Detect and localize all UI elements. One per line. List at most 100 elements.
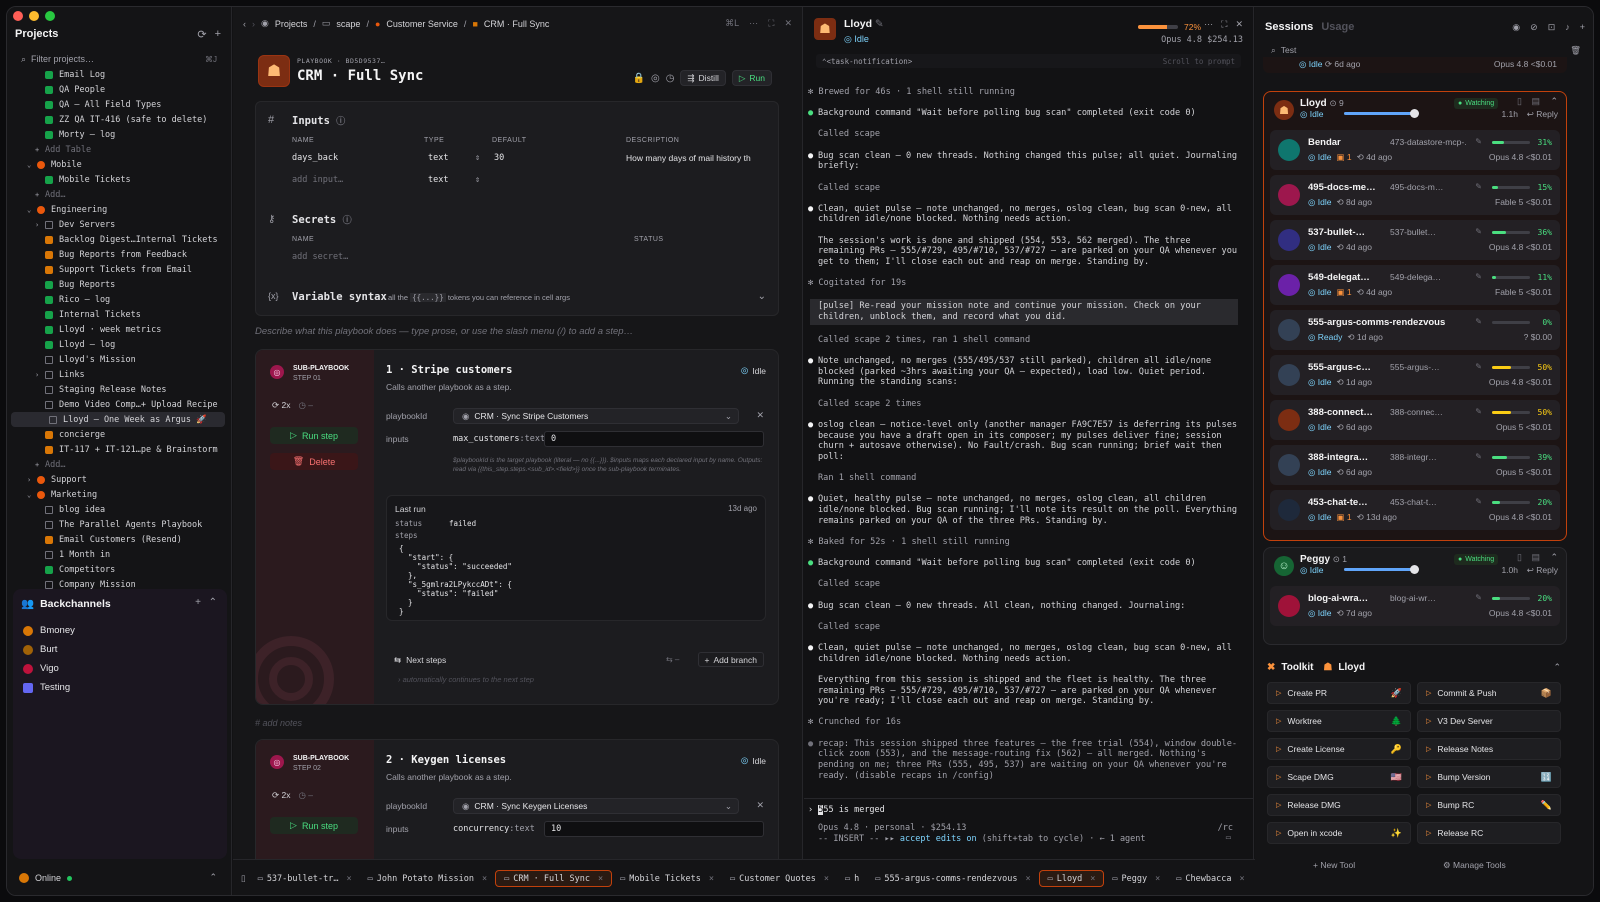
session-row[interactable]: 388-connect… 388-connec… ✎ 50% ◎ Idle ⟲ 6d ag…	[1270, 400, 1560, 440]
project-tree-item[interactable]: QA People	[7, 82, 232, 97]
edit-icon[interactable]: ✎	[1475, 227, 1482, 236]
expand-icon[interactable]: ⛶	[1221, 19, 1227, 30]
pulse-slider[interactable]	[1344, 565, 1420, 574]
chevron-up-icon[interactable]: ⌃	[1550, 552, 1558, 563]
add-notes-field[interactable]: # add notes	[255, 718, 302, 728]
project-tree-item[interactable]: Email Log	[7, 67, 232, 82]
doc-icon[interactable]: ▤	[1531, 552, 1540, 563]
zoom-window-button[interactable]	[45, 11, 55, 21]
run-step-button[interactable]: ▷ Run step	[270, 427, 358, 444]
backchannel-item[interactable]: Testing	[23, 682, 70, 693]
session-row-partial[interactable]: ◎ Idle ⟳ 6d ago Opus 4.8 <$0.01	[1263, 57, 1567, 73]
close-icon[interactable]: ✕	[1235, 19, 1243, 30]
breadcrumb-customer-service[interactable]: Customer Service	[386, 19, 458, 29]
close-tab-icon[interactable]: ×	[824, 874, 829, 884]
add-session-icon[interactable]: +	[1580, 22, 1585, 33]
project-tree-item[interactable]: The Parallel Agents Playbook	[7, 517, 232, 532]
clear-icon[interactable]: ✕	[756, 410, 764, 421]
clear-icon[interactable]: ✕	[756, 800, 764, 811]
task-notification-bar[interactable]: ⌃ <task-notification> Scroll to prompt	[816, 54, 1241, 68]
add-branch-button[interactable]: + Add branch	[697, 652, 764, 667]
history-icon[interactable]: ◷	[666, 73, 675, 84]
copy-icon[interactable]: ▯	[1517, 96, 1522, 107]
session-search-input[interactable]: ⌕ Test 🗑	[1265, 43, 1585, 57]
globe-icon[interactable]: ◉	[1512, 22, 1520, 33]
distill-button[interactable]: ⇶ Distill	[680, 70, 726, 86]
owner-name[interactable]: Peggy ⊙ 1	[1300, 554, 1347, 565]
thumb-icon[interactable]: ⊡	[1548, 22, 1556, 33]
retry-control[interactable]: ⟳ 2x ◷ –	[272, 400, 313, 411]
project-tree-item[interactable]: Mobile Tickets	[7, 172, 232, 187]
tab-item[interactable]: ▭ Customer Quotes ×	[722, 870, 837, 887]
chevron-up-icon[interactable]: ⌃	[1550, 96, 1558, 107]
tool-button[interactable]: ▷ Release Notes	[1417, 738, 1561, 760]
project-tree-item[interactable]: Lloyd's Mission	[7, 352, 232, 367]
breadcrumb-projects[interactable]: Projects	[275, 19, 308, 29]
retry-control[interactable]: ⟳ 2x ◷ –	[272, 790, 313, 801]
edit-icon[interactable]: ✎	[1475, 452, 1482, 461]
input-description-cell[interactable]: How many days of mail history th	[626, 153, 756, 163]
session-row[interactable]: 555-argus-comms-rendezvous ✎ 0% ◎ Ready ⟲ 1d…	[1270, 310, 1560, 350]
project-tree-item[interactable]: concierge	[7, 427, 232, 442]
tool-button[interactable]: ▷ Open in xcode ✨	[1267, 822, 1411, 844]
session-row[interactable]: 555-argus-c… 555-argus-… ✎ 50% ◎ Idle ⟲ 1d ag…	[1270, 355, 1560, 395]
close-tab-icon[interactable]: ×	[709, 874, 714, 884]
session-row[interactable]: 495-docs-me… 495-docs-m… ✎ 15% ◎ Idle ⟲ 8d ag…	[1270, 175, 1560, 215]
rc-command[interactable]: /rc	[1218, 823, 1233, 833]
tab-item[interactable]: ▭ Peggy ×	[1104, 870, 1168, 887]
backchannel-item[interactable]: Burt	[23, 644, 57, 655]
tab-item[interactable]: ▭ Chewbacca ×	[1168, 870, 1252, 887]
forward-icon[interactable]: ›	[252, 19, 255, 29]
doc-icon[interactable]: ▤	[1531, 96, 1540, 107]
online-status[interactable]: Online	[19, 873, 73, 883]
tab-item[interactable]: ▭ CRM · Full Sync ×	[495, 870, 613, 887]
playbook-id-select[interactable]: ◉ CRM · Sync Keygen Licenses ⌄	[453, 798, 739, 814]
tab-item[interactable]: ▭ John Potato Mission ×	[360, 870, 495, 887]
close-tab-icon[interactable]: ×	[1239, 874, 1244, 884]
tool-button[interactable]: ▷ Bump RC ✏️	[1417, 794, 1561, 816]
tool-button[interactable]: ▷ V3 Dev Server	[1417, 710, 1561, 732]
reply-button[interactable]: ↩ Reply	[1527, 109, 1558, 120]
session-row[interactable]: 549-delegat… 549-delega… ✎ 11% ◎ Idle ▣ 1 ⟲ 4d…	[1270, 265, 1560, 305]
reply-button[interactable]: ↩ Reply	[1527, 565, 1558, 576]
session-row[interactable]: blog-ai-wra… blog-ai-wr… ✎ 20% ◎ Idle ⟲ 7d ag…	[1270, 586, 1560, 626]
input-param-value[interactable]: 10	[544, 821, 764, 837]
tool-button[interactable]: ▷ Release DMG	[1267, 794, 1411, 816]
share-icon[interactable]: ◎	[651, 73, 660, 84]
project-tree-item[interactable]: Backlog Digest…Internal Tickets	[7, 232, 232, 247]
filter-projects-input[interactable]: ⌕ Filter projects… ⌘J	[15, 51, 223, 67]
chevron-down-icon[interactable]: ⌄	[758, 291, 766, 302]
project-tree-item[interactable]: Lloyd · week metrics	[7, 322, 232, 337]
backchannel-item[interactable]: Bmoney	[23, 625, 75, 636]
tool-button[interactable]: ▷ Create License 🔑	[1267, 738, 1411, 760]
project-tree-item[interactable]: Bug Reports	[7, 277, 232, 292]
tab-item[interactable]: ▭ Lloyd ×	[1038, 870, 1105, 887]
variable-syntax-title[interactable]: Variable syntax	[292, 291, 387, 303]
tab-item[interactable]: ▭ Mobile Tickets ×	[612, 870, 722, 887]
project-tree-item[interactable]: Lloyd — One Week as Argus 🚀	[11, 412, 225, 427]
copy-icon[interactable]: ▯	[1517, 552, 1522, 563]
tool-button[interactable]: ▷ Scape DMG 🇺🇸	[1267, 766, 1411, 788]
tab-item[interactable]: ▭ 555-argus-comms-rendezvous ×	[867, 870, 1038, 887]
project-tree-item[interactable]: + Add…	[7, 457, 232, 472]
project-tree-item[interactable]: › Support	[7, 472, 232, 487]
add-secret-field[interactable]: add secret…	[292, 252, 348, 262]
project-tree-item[interactable]: QA — All Field Types	[7, 97, 232, 112]
chevron-up-icon[interactable]: ⌃	[1553, 662, 1561, 673]
chevron-up-icon[interactable]: ⌃	[209, 597, 217, 608]
tab-item[interactable]: ▭ 537-bullet-tr… ×	[250, 870, 360, 887]
project-tree-item[interactable]: + Add Table	[7, 142, 232, 157]
tool-button[interactable]: ▷ Commit & Push 📦	[1417, 682, 1561, 704]
chevron-up-icon[interactable]: ⌃	[209, 872, 217, 883]
project-tree-item[interactable]: Internal Tickets	[7, 307, 232, 322]
project-tree-item[interactable]: ⌄ Marketing	[7, 487, 232, 502]
project-tree-item[interactable]: Support Tickets from Email	[7, 262, 232, 277]
close-tab-icon[interactable]: ×	[482, 874, 487, 884]
project-tree-item[interactable]: Email Customers (Resend)	[7, 532, 232, 547]
step-title[interactable]: 2 · Keygen licenses	[386, 754, 506, 766]
attach-icon[interactable]: ▭	[1226, 833, 1231, 843]
session-row[interactable]: 537-bullet-… 537-bullet… ✎ 36% ◎ Idle ⟲ 4d ag…	[1270, 220, 1560, 260]
project-tree-item[interactable]: Competitors	[7, 562, 232, 577]
project-tree-item[interactable]: ZZ QA IT-416 (safe to delete)	[7, 112, 232, 127]
new-tool-button[interactable]: + New Tool	[1313, 860, 1355, 870]
